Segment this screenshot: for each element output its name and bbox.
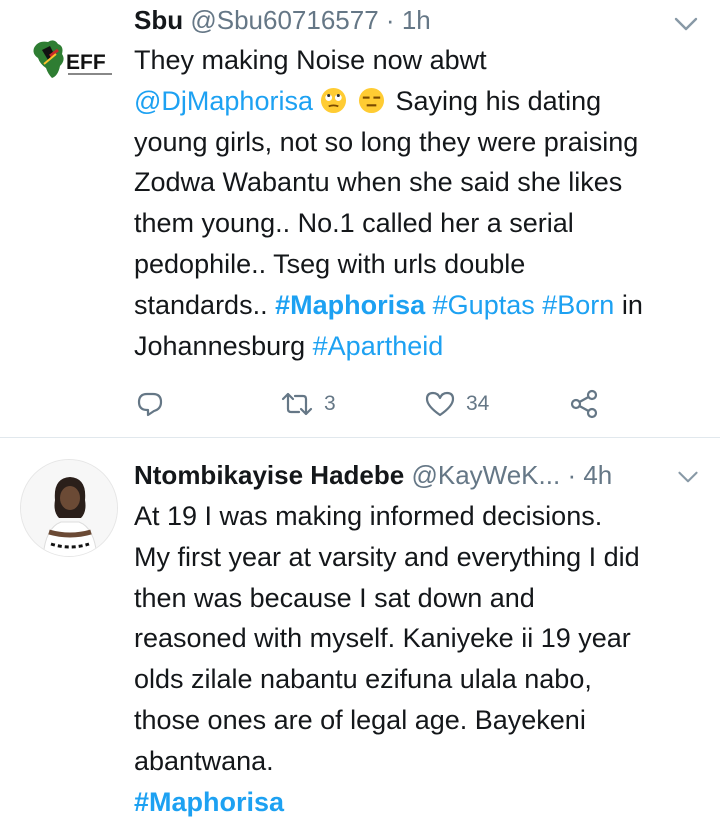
text-line: standards.. #Maphorisa #Guptas #Born in (134, 289, 643, 320)
retweet-button[interactable]: 3 (280, 384, 336, 424)
chevron-down-icon[interactable] (676, 467, 700, 487)
like-count: 34 (466, 392, 490, 415)
expressionless-face-icon (358, 87, 385, 113)
svg-text:EFF: EFF (66, 51, 106, 74)
author-handle[interactable]: @KayWeK... (411, 460, 560, 490)
hashtag-link[interactable]: #Maphorisa (275, 290, 425, 320)
like-button[interactable]: 34 (424, 384, 489, 424)
text-line: those ones are of legal age. Bayekeni (134, 704, 586, 735)
tweet-text: At 19 I was making informed decisions. M… (134, 496, 706, 822)
chevron-down-icon[interactable] (672, 14, 700, 34)
text-line: olds zilale nabantu ezifuna ulala nabo, (134, 664, 592, 695)
reply-icon (137, 392, 163, 417)
text-line: Zodwa Wabantu when she said she likes (134, 167, 623, 198)
hashtag-link[interactable]: #Apartheid (313, 331, 444, 361)
tweet-header: Sbu @Sbu60716577 · 1h (134, 2, 431, 38)
avatar-eff-logo[interactable]: EFF (20, 20, 118, 118)
tweet-text: They making Noise now abwt @DjMaphorisa … (134, 40, 706, 366)
author-handle[interactable]: @Sbu60716577 (190, 5, 378, 35)
avatar-profile-photo[interactable] (20, 459, 118, 557)
tweet-1[interactable]: EFF Sbu @Sbu60716577 · 1h They making No… (0, 0, 720, 437)
text-line: young girls, not so long they were prais… (134, 126, 639, 157)
text-line: Johannesburg #Apartheid (134, 330, 444, 361)
text-line: #Maphorisa (134, 782, 706, 823)
timestamp[interactable]: 1h (402, 5, 431, 35)
mention-link[interactable]: @DjMaphorisa (134, 86, 313, 116)
text-line: them young.. No.1 called her a serial (134, 208, 574, 239)
person-photo-icon (21, 460, 117, 556)
text-line: reasoned with myself. Kaniyeke ii 19 yea… (134, 623, 631, 654)
separator-dot: · (567, 460, 577, 490)
text-line: My first year at varsity and everything … (134, 541, 640, 572)
text-line: @DjMaphorisa Saying his dating (134, 85, 602, 116)
eye-roll-face-icon (321, 87, 347, 113)
hashtag-link[interactable]: #Guptas (433, 290, 535, 320)
hashtag-link[interactable]: #Born (542, 290, 614, 320)
hashtag-link[interactable]: #Maphorisa (134, 787, 284, 817)
retweet-count: 3 (324, 392, 336, 415)
text-line: At 19 I was making informed decisions. (134, 501, 603, 531)
author-name[interactable]: Ntombikayise Hadebe (134, 460, 404, 490)
reply-button[interactable] (136, 384, 164, 424)
text-line: pedophile.. Tseg with urls double (134, 248, 526, 279)
separator-dot: · (385, 5, 395, 35)
retweet-icon (281, 392, 313, 416)
text-line: abantwana. (134, 745, 274, 776)
tweet-2[interactable]: Ntombikayise Hadebe @KayWeK... · 4h At 1… (0, 437, 720, 825)
eff-logo-icon: EFF (33, 40, 112, 78)
share-icon (570, 389, 598, 419)
author-name[interactable]: Sbu (134, 5, 183, 35)
share-button[interactable] (568, 384, 600, 424)
text-line: They making Noise now abwt (134, 45, 487, 75)
timestamp[interactable]: 4h (583, 460, 612, 490)
tweet-actions: 3 34 (134, 384, 614, 424)
text-line: then was because I sat down and (134, 582, 535, 613)
tweet-header: Ntombikayise Hadebe @KayWeK... · 4h (134, 457, 612, 493)
heart-icon (425, 391, 455, 417)
